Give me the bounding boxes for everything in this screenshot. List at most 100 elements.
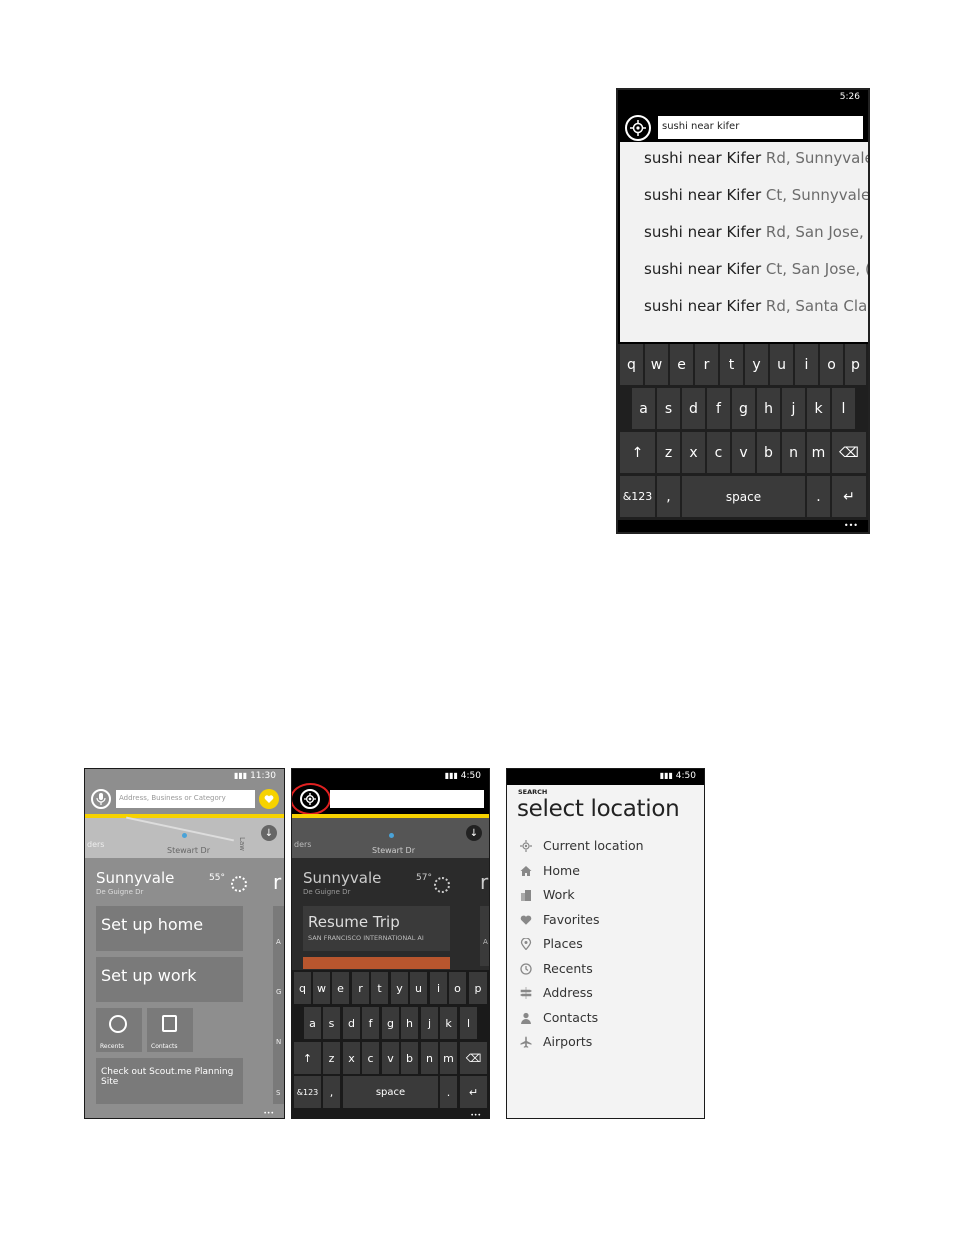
key[interactable]: r — [695, 344, 718, 385]
key[interactable]: h — [757, 388, 780, 429]
key[interactable]: t — [371, 972, 388, 1004]
key[interactable]: u — [770, 344, 793, 385]
recents-tile[interactable]: Recents — [96, 1008, 142, 1052]
key[interactable]: s — [657, 388, 680, 429]
suggestion-item[interactable]: sushi near Kifer Ct, Sunnyvale — [644, 186, 868, 204]
space-key[interactable]: space — [343, 1076, 438, 1108]
key[interactable]: i — [795, 344, 818, 385]
key[interactable]: r — [352, 972, 369, 1004]
key[interactable]: l — [460, 1007, 477, 1039]
shift-key[interactable]: ↑ — [620, 432, 655, 473]
backspace-key[interactable]: ⌫ — [460, 1042, 487, 1074]
period-key[interactable]: . — [807, 476, 830, 517]
key[interactable]: w — [313, 972, 330, 1004]
key[interactable]: j — [782, 388, 805, 429]
key[interactable]: l — [832, 388, 855, 429]
search-input[interactable]: Address, Business or Category — [116, 790, 255, 808]
more-button[interactable]: ••• — [844, 521, 858, 530]
key[interactable]: c — [362, 1042, 379, 1074]
key[interactable]: z — [323, 1042, 340, 1074]
menu-item-address[interactable]: Address — [519, 985, 593, 1000]
key[interactable]: k — [440, 1007, 457, 1039]
key[interactable]: g — [732, 388, 755, 429]
resume-trip-tile[interactable]: Resume Trip SAN FRANCISCO INTERNATIONAL … — [303, 906, 450, 951]
key[interactable]: z — [657, 432, 680, 473]
enter-key[interactable]: ↵ — [832, 476, 866, 517]
key[interactable]: p — [845, 344, 866, 385]
suggestion-item[interactable]: sushi near Kifer Ct, San Jose, ( — [644, 260, 868, 278]
comma-key[interactable]: , — [657, 476, 680, 517]
key[interactable]: v — [382, 1042, 399, 1074]
menu-item-places[interactable]: Places — [519, 936, 583, 951]
map-preview[interactable]: ders Stewart Dr ↓ — [292, 818, 489, 858]
key[interactable]: a — [632, 388, 655, 429]
key[interactable]: y — [745, 344, 768, 385]
key[interactable]: b — [401, 1042, 418, 1074]
download-button[interactable]: ↓ — [261, 825, 277, 841]
download-button[interactable]: ↓ — [466, 825, 482, 841]
temperature: 55° — [209, 873, 225, 883]
enter-key[interactable]: ↵ — [460, 1076, 487, 1108]
key[interactable]: f — [707, 388, 730, 429]
symbols-key[interactable]: &123 — [620, 476, 655, 517]
key[interactable]: b — [757, 432, 780, 473]
space-key[interactable]: space — [682, 476, 805, 517]
key[interactable]: g — [382, 1007, 399, 1039]
key[interactable]: o — [820, 344, 843, 385]
suggestion-item[interactable]: sushi near Kifer Rd, Sunnyvale — [644, 149, 868, 167]
key[interactable]: s — [323, 1007, 340, 1039]
set-up-home-tile[interactable]: Set up home — [96, 906, 243, 951]
comma-key[interactable]: , — [323, 1076, 340, 1108]
menu-item-airports[interactable]: Airports — [519, 1034, 592, 1049]
key[interactable]: e — [332, 972, 349, 1004]
mic-button[interactable] — [91, 789, 111, 809]
key[interactable]: x — [682, 432, 705, 473]
key[interactable]: i — [430, 972, 447, 1004]
key[interactable]: m — [440, 1042, 457, 1074]
period-key[interactable]: . — [440, 1076, 457, 1108]
key[interactable]: v — [732, 432, 755, 473]
more-button[interactable]: ••• — [263, 1110, 274, 1117]
map-preview[interactable]: ders Stewart Dr Law ↓ — [85, 816, 284, 858]
key[interactable]: e — [670, 344, 693, 385]
menu-item-contacts[interactable]: Contacts — [519, 1010, 598, 1025]
key[interactable]: f — [362, 1007, 379, 1039]
locate-button[interactable] — [625, 115, 651, 141]
menu-item-home[interactable]: Home — [519, 863, 580, 878]
key[interactable]: d — [682, 388, 705, 429]
key[interactable]: c — [707, 432, 730, 473]
key[interactable]: j — [421, 1007, 438, 1039]
suggestion-item[interactable]: sushi near Kifer Rd, Santa Clar — [644, 297, 868, 315]
key[interactable]: h — [401, 1007, 418, 1039]
suggestion-item[interactable]: sushi near Kifer Rd, San Jose, — [644, 223, 864, 241]
backspace-key[interactable]: ⌫ — [832, 432, 866, 473]
more-button[interactable]: ••• — [470, 1112, 481, 1118]
favorites-button[interactable] — [259, 789, 279, 809]
key[interactable]: t — [720, 344, 743, 385]
key[interactable]: p — [469, 972, 487, 1004]
contacts-tile[interactable]: Contacts — [147, 1008, 193, 1052]
key[interactable]: u — [410, 972, 427, 1004]
key[interactable]: y — [391, 972, 408, 1004]
key[interactable]: a — [304, 1007, 321, 1039]
menu-item-current-location[interactable]: Current location — [519, 838, 644, 853]
key[interactable]: q — [294, 972, 311, 1004]
key[interactable]: n — [782, 432, 805, 473]
key[interactable]: x — [343, 1042, 360, 1074]
set-up-work-tile[interactable]: Set up work — [96, 957, 243, 1002]
shift-key[interactable]: ↑ — [294, 1042, 321, 1074]
key[interactable]: n — [421, 1042, 438, 1074]
key[interactable]: w — [645, 344, 668, 385]
menu-item-favorites[interactable]: Favorites — [519, 912, 599, 927]
key[interactable]: k — [807, 388, 830, 429]
scout-tile[interactable]: Check out Scout.me Planning Site — [96, 1058, 243, 1104]
search-input[interactable]: sushi near kifer — [658, 116, 863, 139]
key[interactable]: d — [343, 1007, 360, 1039]
key[interactable]: o — [449, 972, 466, 1004]
menu-item-work[interactable]: Work — [519, 887, 575, 902]
key[interactable]: m — [807, 432, 830, 473]
key[interactable]: q — [620, 344, 643, 385]
menu-item-recents[interactable]: Recents — [519, 961, 593, 976]
search-input[interactable] — [330, 790, 484, 808]
symbols-key[interactable]: &123 — [294, 1076, 321, 1108]
